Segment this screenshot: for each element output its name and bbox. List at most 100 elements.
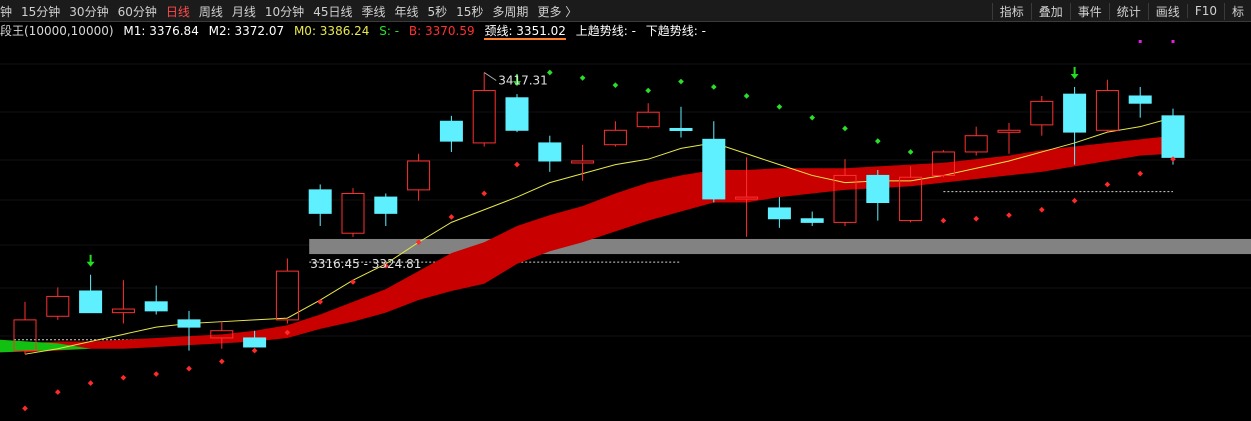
candle-body — [1161, 115, 1185, 158]
candle — [79, 274, 103, 314]
tool-button[interactable]: 指标 — [991, 2, 1031, 20]
signal-dot — [514, 161, 520, 168]
signal-dot — [1137, 170, 1144, 177]
candle — [472, 72, 496, 147]
signal-dot — [842, 125, 848, 132]
candle — [1161, 108, 1185, 165]
candle-body — [407, 160, 431, 191]
legend-m0: M0: 3386.24 — [293, 24, 370, 38]
period-tab[interactable]: 月线 — [232, 3, 256, 20]
period-tab[interactable]: 年线 — [394, 3, 418, 20]
period-tab[interactable]: 15秒 — [456, 3, 483, 20]
signal-dot — [1071, 197, 1078, 204]
signal-dot — [973, 215, 980, 222]
tool-button[interactable]: 叠加 — [1030, 2, 1070, 20]
magenta-mark — [1138, 40, 1142, 43]
candle-body — [275, 270, 299, 321]
period-tab[interactable]: 30分钟 — [69, 3, 108, 20]
tool-button[interactable]: F10 — [1186, 4, 1224, 18]
signal-dot — [120, 374, 127, 381]
candle-body — [571, 160, 595, 164]
candle-body — [439, 120, 463, 142]
high-price-label: 3417.31 — [498, 74, 548, 88]
candle-body — [1128, 95, 1152, 104]
candle-body — [177, 319, 201, 328]
candle — [866, 170, 890, 221]
candle — [374, 193, 398, 226]
period-tab[interactable]: 季线 — [361, 3, 385, 20]
signal-dot — [645, 87, 652, 94]
candle-body — [997, 129, 1021, 133]
candle-body — [505, 97, 529, 131]
period-tab[interactable]: 钟 — [0, 3, 12, 20]
candle — [144, 285, 168, 315]
period-tab[interactable]: 15分钟 — [21, 3, 60, 20]
period-tab[interactable]: 60分钟 — [118, 3, 157, 20]
candlestick-chart[interactable]: 3417.31 3316.45 - 3324.81 — [0, 40, 1251, 421]
candle-body — [538, 142, 562, 162]
candle — [636, 103, 660, 129]
signal-dot — [218, 358, 225, 365]
signal-dot — [776, 103, 783, 110]
candle — [407, 153, 431, 201]
zone-range-label: 3316.45 - 3324.81 — [310, 257, 421, 271]
signal-dot — [481, 190, 488, 197]
tool-button[interactable]: 画线 — [1147, 2, 1187, 20]
signal-dot — [317, 298, 324, 305]
period-tab[interactable]: 更多 〉 — [537, 3, 577, 20]
candle-body — [374, 196, 398, 214]
signal-dot — [448, 214, 455, 220]
tool-button[interactable]: 标 — [1223, 2, 1251, 20]
price-zone-band — [309, 238, 1251, 255]
candle — [46, 287, 70, 320]
candle-body — [1030, 100, 1054, 126]
candle — [669, 106, 693, 138]
legend-up-trendline: 上趋势线: - — [575, 24, 636, 38]
legend-m1: M1: 3376.84 — [123, 24, 199, 38]
candle-body — [702, 138, 726, 200]
signal-dot — [940, 217, 947, 224]
candle-body — [79, 290, 103, 314]
signal-dot — [579, 75, 586, 81]
candle — [997, 123, 1021, 154]
candle-body — [144, 301, 168, 312]
signal-dot — [153, 371, 160, 377]
tool-button[interactable]: 事件 — [1069, 2, 1109, 20]
signal-dot — [1104, 181, 1111, 188]
period-tab[interactable]: 45日线 — [313, 3, 352, 20]
period-tab[interactable]: 多周期 — [492, 3, 528, 20]
indicator-legend: 段王(10000,10000) M1: 3376.84 M2: 3372.07 … — [0, 22, 712, 40]
period-tab[interactable]: 10分钟 — [265, 3, 304, 20]
period-tab[interactable]: 5秒 — [428, 3, 448, 20]
signal-dot — [612, 82, 619, 88]
indicator-name[interactable]: 段王(10000,10000) — [0, 24, 114, 38]
period-tab[interactable]: 周线 — [199, 3, 223, 20]
candle-body — [472, 90, 496, 144]
signal-dot — [809, 114, 816, 121]
buy-arrow-head — [86, 261, 95, 267]
candle — [702, 121, 726, 203]
tool-buttons: 指标 叠加 事件 统计 画线 F10 标 — [991, 0, 1251, 22]
candle — [603, 121, 627, 147]
candle-body — [111, 308, 135, 314]
candle-body — [341, 192, 365, 234]
signal-dot — [1006, 212, 1012, 218]
signal-dot — [874, 138, 881, 144]
magenta-mark — [1171, 40, 1175, 43]
candle — [1095, 79, 1119, 133]
legend-down-trendline: 下趋势线: - — [645, 24, 706, 38]
signal-dot — [186, 365, 192, 372]
candle-body — [603, 129, 627, 146]
legend-s: S: - — [379, 24, 400, 38]
candle-body — [669, 127, 693, 131]
tool-button[interactable]: 统计 — [1108, 2, 1148, 20]
period-tab[interactable]: 日线 — [166, 3, 190, 20]
candle-body — [800, 218, 824, 223]
legend-neckline: 颈线: 3351.02 — [484, 24, 566, 40]
signal-dot — [678, 78, 684, 85]
legend-m2: M2: 3372.07 — [208, 24, 285, 38]
candle — [767, 197, 791, 228]
signal-dot — [710, 84, 717, 90]
signal-dot — [251, 347, 258, 354]
candle — [735, 157, 759, 237]
